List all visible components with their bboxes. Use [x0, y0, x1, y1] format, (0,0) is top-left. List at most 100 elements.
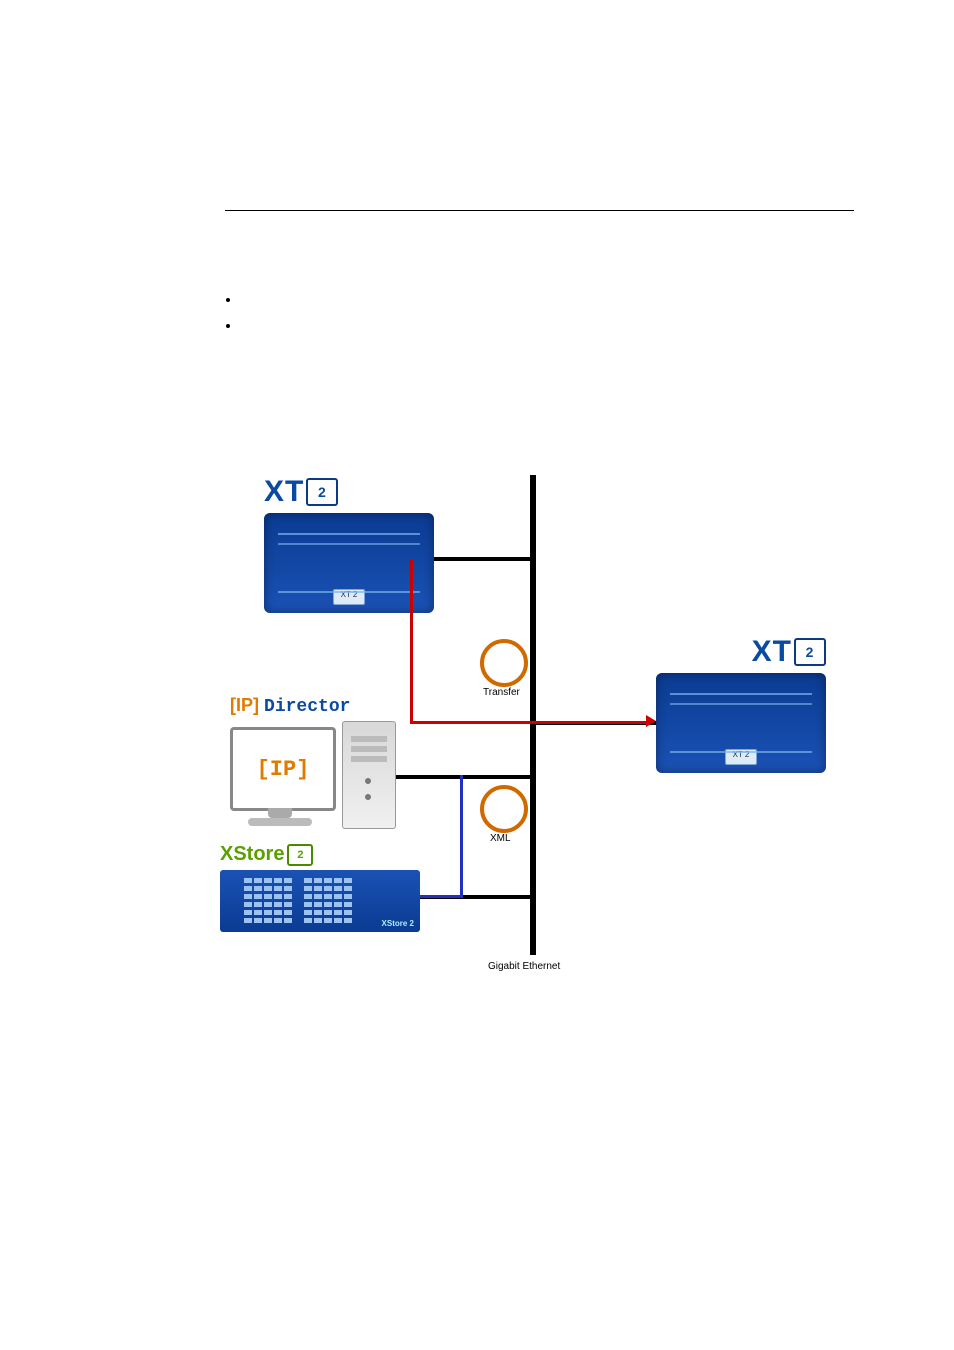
xml-node-icon — [480, 785, 528, 833]
drive-bay-icon — [334, 886, 342, 891]
drive-bay-icon — [334, 894, 342, 899]
xml-label: XML — [490, 833, 511, 844]
xt-device-icon: XT 2 — [656, 673, 826, 773]
xt-chip-icon: 2 — [306, 478, 338, 506]
drive-bay-icon — [264, 878, 272, 883]
network-diagram: XT2 XT 2 XT2 XT 2 Transfer [IP] Director… — [200, 475, 780, 975]
drive-bay-icon — [314, 886, 322, 891]
monitor-base-icon — [248, 818, 312, 826]
drive-bay-icon — [324, 878, 332, 883]
drive-bay-icon — [284, 878, 292, 883]
xt-chip-icon: 2 — [794, 638, 826, 666]
drive-bay-icon — [304, 910, 312, 915]
drive-bay-icon — [344, 902, 352, 907]
drive-bay-icon — [274, 878, 282, 883]
drive-bay-icon — [334, 878, 342, 883]
xstore-chip-icon: 2 — [287, 844, 313, 866]
monitor-ip-text: [IP] — [257, 757, 310, 782]
drive-bay-icon — [304, 878, 312, 883]
arrowhead-icon — [646, 715, 656, 727]
drive-bay-icon — [304, 886, 312, 891]
xt-logo-label: XT2 — [656, 635, 826, 669]
drive-bay-icon — [274, 894, 282, 899]
drive-bay-icon — [344, 886, 352, 891]
xt-device-icon: XT 2 — [264, 513, 434, 613]
drive-bay-icon — [244, 886, 252, 891]
drive-bay-icon — [304, 902, 312, 907]
drive-bay-icon — [314, 910, 322, 915]
drive-bay-icon — [314, 894, 322, 899]
drive-bay-icon — [324, 902, 332, 907]
drive-bay-icon — [264, 894, 272, 899]
xt-right-block: XT2 XT 2 — [656, 635, 826, 773]
tower-icon — [342, 721, 396, 829]
drive-bay-icon — [314, 918, 322, 923]
drive-bay-icon — [284, 894, 292, 899]
drive-bay-icon — [304, 894, 312, 899]
director-text: Director — [264, 697, 350, 717]
drive-bay-icon — [314, 878, 322, 883]
xt-badge: XT 2 — [725, 749, 757, 765]
transfer-label: Transfer — [483, 687, 520, 698]
drive-bay-icon — [334, 918, 342, 923]
xstore-device-icon: {} XStore 2 — [220, 870, 420, 932]
drive-bay-icon — [344, 878, 352, 883]
drive-bay-icon — [274, 910, 282, 915]
drive-bay-icon — [274, 902, 282, 907]
ethernet-backbone — [530, 475, 536, 955]
drive-bay-icon — [334, 910, 342, 915]
drive-bay-icon — [244, 902, 252, 907]
drive-bay-icon — [284, 886, 292, 891]
drive-bay-icon — [254, 902, 262, 907]
drive-bay-icon — [304, 918, 312, 923]
drive-bay-icon — [264, 910, 272, 915]
monitor-icon: [IP] — [230, 727, 336, 811]
drive-bay-icon — [324, 894, 332, 899]
drive-bay-icon — [264, 886, 272, 891]
horizontal-rule — [225, 210, 854, 211]
drive-bay-icon — [254, 910, 262, 915]
drive-bay-icon — [254, 878, 262, 883]
drive-bay-icon — [254, 886, 262, 891]
xt-top-block: XT2 XT 2 — [264, 475, 434, 613]
transfer-line — [410, 721, 646, 724]
drive-bay-icon — [334, 902, 342, 907]
workstation-icon: [IP] — [230, 717, 420, 837]
ip-text: [IP] — [230, 695, 259, 715]
drive-bay-icon — [244, 918, 252, 923]
xt-text: XT — [264, 475, 304, 508]
ipdirector-label: [IP] Director — [230, 695, 420, 717]
monitor-stand-icon — [268, 808, 292, 818]
drive-bay-icon — [244, 878, 252, 883]
drive-bay-icon — [274, 886, 282, 891]
ipdirector-block: [IP] Director [IP] — [230, 695, 420, 837]
drive-bay-icon — [344, 918, 352, 923]
drive-bay-icon — [314, 902, 322, 907]
transfer-node-icon — [480, 639, 528, 687]
xt-badge: XT 2 — [333, 589, 365, 605]
drive-bay-icon — [284, 910, 292, 915]
drive-bay-icon — [264, 902, 272, 907]
xt-logo-label: XT2 — [264, 475, 434, 509]
xstore-block: XStore2 {} XStore 2 — [220, 843, 420, 932]
drive-bay-icon — [244, 910, 252, 915]
drive-bay-icon — [254, 918, 262, 923]
xml-line — [460, 775, 463, 895]
drive-bay-icon — [274, 918, 282, 923]
drive-bay-icon — [324, 886, 332, 891]
drive-bay-icon — [264, 918, 272, 923]
ethernet-caption: Gigabit Ethernet — [488, 961, 560, 972]
drive-bay-icon — [344, 910, 352, 915]
drive-bay-icon — [344, 894, 352, 899]
drive-bay-icon — [284, 918, 292, 923]
bullet-list — [200, 292, 240, 344]
xstore-label: XStore2 — [220, 843, 420, 866]
drive-bay-icon — [324, 910, 332, 915]
xstore-text: XStore — [220, 843, 284, 865]
drive-bay-icon — [284, 902, 292, 907]
xt-text: XT — [752, 635, 792, 668]
drive-bay-icon — [324, 918, 332, 923]
drive-bay-icon — [254, 894, 262, 899]
xstore-badge: XStore 2 — [382, 919, 414, 928]
drive-bay-icon — [244, 894, 252, 899]
